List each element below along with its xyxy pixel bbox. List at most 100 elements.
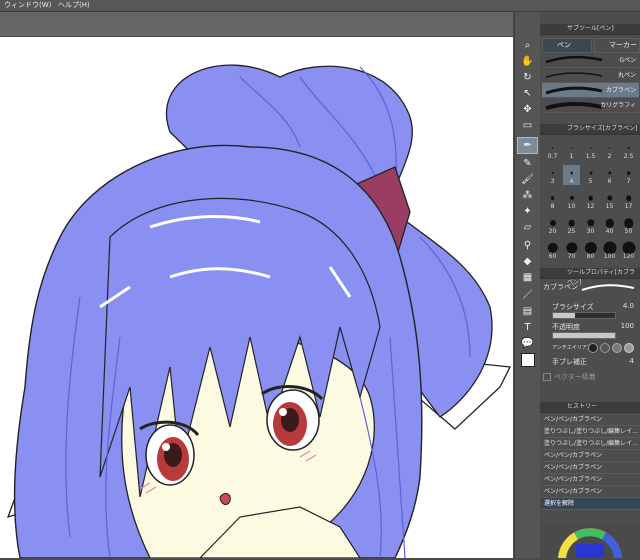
- selection-icon[interactable]: ▭: [518, 118, 537, 133]
- brush-size-option[interactable]: 10: [563, 190, 580, 210]
- history-item[interactable]: ペン/ペン/カブラペン: [541, 450, 640, 462]
- brush-size-label: 5: [588, 178, 593, 185]
- opacity-slider[interactable]: [552, 332, 616, 339]
- antialias-strong-icon[interactable]: [624, 343, 634, 353]
- brush-size-dot: [551, 147, 554, 149]
- brush-size-option[interactable]: 17: [620, 190, 637, 210]
- tab-marker[interactable]: マーカー: [594, 38, 640, 53]
- brush-size-slider[interactable]: [552, 312, 616, 319]
- brush-size-option[interactable]: 15: [601, 190, 618, 210]
- brush-size-label: ブラシサイズ: [552, 303, 594, 311]
- brush-calligraphy[interactable]: カリグラフィ: [542, 98, 639, 113]
- fill-icon[interactable]: ◆: [518, 254, 537, 269]
- canvas-area[interactable]: [0, 12, 513, 558]
- menu-window[interactable]: ウィンドウ(W): [4, 0, 51, 11]
- brush-kaburapen[interactable]: カブラペン: [542, 83, 639, 98]
- history-item[interactable]: ペン/ペン/カブラペン: [541, 486, 640, 498]
- brush-size-label: 1.5: [585, 153, 596, 160]
- tool-property-panel-title: ツールプロパティ[カブラペン]: [540, 268, 640, 286]
- brush-size-dot: [606, 195, 613, 201]
- brush-size-dot: [588, 195, 593, 201]
- brush-size-label: 70: [567, 253, 576, 260]
- brush-size-option[interactable]: 70: [563, 240, 580, 260]
- main-color-swatch[interactable]: [518, 352, 537, 367]
- brush-size-panel-title-text: ブラシサイズ[カブラペン]: [567, 125, 638, 132]
- pen-icon[interactable]: ✒: [517, 137, 538, 154]
- canvas-top-bar: [0, 12, 513, 37]
- menu-help[interactable]: ヘルプ(H): [58, 0, 90, 11]
- stabilization-value: 4: [629, 357, 634, 365]
- color-wheel-panel[interactable]: [540, 524, 640, 560]
- antialias-property[interactable]: アンチエイリアス: [540, 342, 640, 354]
- brush-size-dot: [549, 219, 556, 227]
- brush-size-option[interactable]: 7: [620, 165, 637, 185]
- history-item[interactable]: 塗りつぶし/塗りつぶし/編集レイ…: [541, 426, 640, 438]
- eraser-icon[interactable]: ▱: [518, 220, 537, 235]
- brush-size-option[interactable]: 6: [601, 165, 618, 185]
- brush-size-option[interactable]: 3: [544, 165, 561, 185]
- stabilization-property[interactable]: 手ブレ補正 4: [540, 357, 640, 369]
- brush-size-option[interactable]: 50: [620, 215, 637, 235]
- brush-size-option[interactable]: 8: [544, 190, 561, 210]
- history-item[interactable]: 塗りつぶし/塗りつぶし/編集レイ…: [541, 438, 640, 450]
- operation-icon[interactable]: ↖: [518, 86, 537, 101]
- brush-marupen[interactable]: 丸ペン: [542, 68, 639, 83]
- history-item[interactable]: ペン/ペン/カブラペン: [541, 414, 640, 426]
- text-icon[interactable]: T: [518, 320, 537, 335]
- brush-size-option[interactable]: 5: [582, 165, 599, 185]
- brush-size-option[interactable]: 4: [563, 165, 580, 185]
- rotate-icon[interactable]: ↻: [518, 70, 537, 85]
- history-item[interactable]: ペン/ペン/カブラペン: [541, 462, 640, 474]
- zoom-icon[interactable]: ⌕: [518, 38, 537, 53]
- brush-size-label: 1: [569, 153, 574, 160]
- brush-size-option[interactable]: 2.5: [620, 140, 637, 160]
- drawing-canvas[interactable]: [0, 37, 513, 558]
- brush-size-dot: [570, 171, 573, 175]
- right-panels: サブツール[ペン] ペン マーカー Gペン 丸ペン カブラペン カリグラフィ ブ…: [540, 12, 640, 560]
- brush-size-option[interactable]: 120: [620, 240, 637, 260]
- vector-snap-checkbox[interactable]: [543, 373, 551, 381]
- balloon-icon[interactable]: 💬: [518, 336, 537, 351]
- frame-icon[interactable]: ▤: [518, 304, 537, 319]
- vector-snap-property[interactable]: ベクター吸着: [540, 372, 640, 384]
- brush-size-option[interactable]: 60: [544, 240, 561, 260]
- brush-size-option[interactable]: 2: [601, 140, 618, 160]
- menu-bar: ウィンドウ(W) ヘルプ(H): [0, 0, 640, 12]
- brush-size-option[interactable]: 40: [601, 215, 618, 235]
- brush-size-option[interactable]: 0.7: [544, 140, 561, 160]
- history-item[interactable]: 選択を解除: [541, 498, 640, 510]
- figure-icon[interactable]: ／: [518, 288, 537, 303]
- hand-icon[interactable]: ✋: [518, 54, 537, 69]
- antialias-weak-icon[interactable]: [600, 343, 610, 353]
- color-wheel[interactable]: [540, 524, 640, 560]
- history-item[interactable]: ペン/ペン/カブラペン: [541, 474, 640, 486]
- brush-icon[interactable]: 🖌: [518, 172, 537, 187]
- decoration-icon[interactable]: ✦: [518, 204, 537, 219]
- airbrush-icon[interactable]: ⁂: [518, 188, 537, 203]
- brush-size-dot: [589, 147, 592, 149]
- gradient-icon[interactable]: ▦: [518, 270, 537, 285]
- brush-size-property[interactable]: ブラシサイズ 4.0: [540, 302, 640, 319]
- brush-size-option[interactable]: 1: [563, 140, 580, 160]
- brush-size-option[interactable]: 100: [601, 240, 618, 260]
- eyedropper-icon[interactable]: ⚲: [518, 238, 537, 253]
- brush-size-option[interactable]: 20: [544, 215, 561, 235]
- brush-size-option[interactable]: 1.5: [582, 140, 599, 160]
- antialias-none-icon[interactable]: [588, 343, 598, 353]
- brush-size-option[interactable]: 30: [582, 215, 599, 235]
- brush-size-label: 0.7: [547, 153, 558, 160]
- tab-pen[interactable]: ペン: [542, 38, 592, 53]
- antialias-medium-icon[interactable]: [612, 343, 622, 353]
- brush-size-dot: [605, 218, 614, 228]
- opacity-property[interactable]: 不透明度 100: [540, 322, 640, 339]
- brush-size-option[interactable]: 25: [563, 215, 580, 235]
- pencil-icon[interactable]: ✎: [518, 156, 537, 171]
- brush-size-option[interactable]: 12: [582, 190, 599, 210]
- history-list: ペン/ペン/カブラペン 塗りつぶし/塗りつぶし/編集レイ… 塗りつぶし/塗りつぶし/…: [541, 414, 640, 524]
- move-icon[interactable]: ✥: [518, 102, 537, 117]
- brush-size-dot: [586, 219, 595, 227]
- brush-gpen-label: Gペン: [619, 57, 636, 64]
- brush-kaburapen-label: カブラペン: [605, 87, 636, 94]
- brush-size-option[interactable]: 80: [582, 240, 599, 260]
- brush-gpen[interactable]: Gペン: [542, 53, 639, 68]
